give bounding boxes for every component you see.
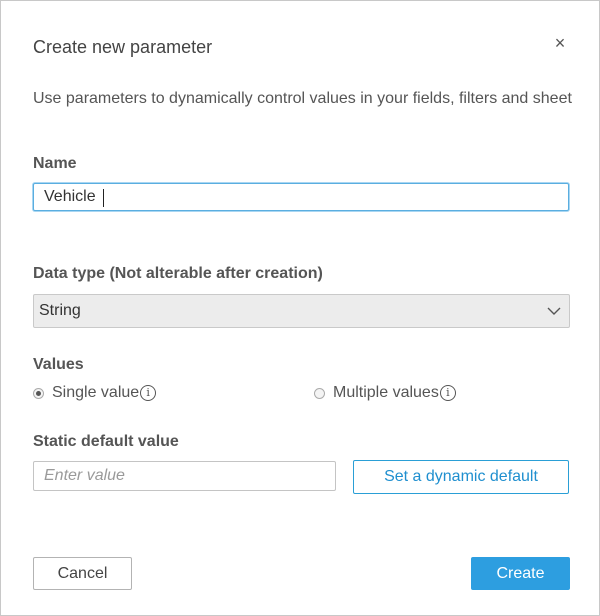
chevron-down-icon [547,307,561,315]
dialog-title: Create new parameter [33,37,213,57]
single-value-radio[interactable]: Single value i [33,384,157,402]
radio-selected-icon [33,387,44,399]
name-input[interactable] [33,183,569,211]
info-icon[interactable]: i [140,385,157,401]
set-dynamic-default-button[interactable]: Set a dynamic default [353,460,569,494]
data-type-select[interactable]: String [33,294,570,328]
multiple-values-label: Multiple values [333,384,439,401]
values-label: Values [33,356,84,373]
text-caret [103,189,104,207]
close-icon[interactable]: × [552,31,568,55]
radio-unselected-icon [314,387,325,399]
info-icon[interactable]: i [439,385,456,401]
static-default-input[interactable] [33,461,336,491]
dialog-description: Use parameters to dynamically control va… [33,90,572,107]
static-default-label: Static default value [33,433,179,450]
cancel-button[interactable]: Cancel [33,557,132,590]
data-type-label: Data type (Not alterable after creation) [33,265,323,282]
create-parameter-dialog: Create new parameter × Use parameters to… [0,0,600,616]
single-value-label: Single value [52,384,140,401]
data-type-selected-value: String [39,302,81,319]
name-label: Name [33,155,77,172]
create-button[interactable]: Create [471,557,570,590]
multiple-values-radio[interactable]: Multiple values i [314,384,456,402]
